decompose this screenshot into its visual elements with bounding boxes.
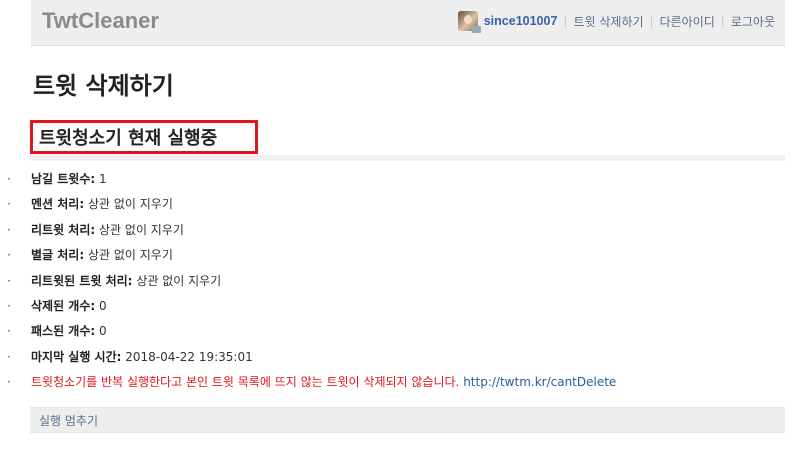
nav-separator: |: [563, 14, 568, 28]
deleted-count-label: 삭제된 개수:: [31, 298, 96, 313]
list-item: · 별글 처리: 상관 없이 지우기: [7, 246, 616, 271]
nav-separator: |: [649, 14, 654, 28]
status-badge: 트윗청소기 현재 실행중: [30, 120, 258, 154]
last-run-value: 2018-04-22 19:35:01: [125, 349, 253, 364]
bullet: ·: [7, 222, 11, 237]
username-link[interactable]: since101007: [484, 14, 558, 28]
nav-delete-tweets-link[interactable]: 트윗 삭제하기: [573, 13, 643, 30]
retweeted-label: 리트윗된 트윗 처리:: [31, 273, 133, 288]
mention-label: 멘션 처리:: [31, 197, 85, 212]
page-title: 트윗 삭제하기: [33, 72, 174, 100]
stop-bar: 실행 멈추기: [30, 407, 785, 433]
bullet: ·: [7, 298, 11, 313]
bullet: ·: [7, 273, 11, 288]
warning-text: 트윗청소기를 반복 실행한다고 본인 트윗 목록에 뜨지 않는 트윗이 삭제되지…: [31, 375, 460, 390]
top-bar: TwtCleaner since101007 | 트윗 삭제하기 | 다른아이디…: [31, 0, 785, 46]
profile-badge-icon: [471, 26, 481, 33]
passed-count-label: 패스된 개수:: [31, 324, 96, 339]
avatar[interactable]: [457, 11, 481, 33]
list-item: · 패스된 개수: 0: [7, 322, 616, 347]
bullet: ·: [7, 172, 11, 186]
header-nav: since101007 | 트윗 삭제하기 | 다른아이디 | 로그아웃: [457, 11, 775, 33]
status-band: [30, 155, 785, 161]
favorite-value: 상관 없이 지우기: [87, 248, 173, 263]
bullet: ·: [7, 375, 11, 390]
keep-label: 남길 트윗수:: [31, 172, 96, 186]
bullet: ·: [7, 248, 11, 263]
retweet-value: 상관 없이 지우기: [99, 222, 184, 237]
list-item: · 마지막 실행 시간: 2018-04-22 19:35:01: [7, 348, 616, 373]
bullet: ·: [7, 197, 11, 212]
keep-value: 1: [99, 172, 107, 186]
warning-item: · 트윗청소기를 반복 실행한다고 본인 트윗 목록에 뜨지 않는 트윗이 삭제되…: [7, 373, 616, 398]
list-item: · 삭제된 개수: 0: [7, 297, 616, 322]
mention-value: 상관 없이 지우기: [87, 197, 173, 212]
retweeted-value: 상관 없이 지우기: [136, 273, 222, 288]
nav-logout-link[interactable]: 로그아웃: [731, 13, 775, 30]
nav-switch-account-link[interactable]: 다른아이디: [660, 13, 715, 30]
cant-delete-help-link[interactable]: http://twtm.kr/cantDelete: [463, 375, 616, 389]
bullet: ·: [7, 349, 11, 364]
app-logo[interactable]: TwtCleaner: [42, 8, 159, 34]
retweet-label: 리트윗 처리:: [31, 222, 96, 237]
stop-run-button[interactable]: 실행 멈추기: [39, 412, 98, 429]
passed-count-value: 0: [99, 324, 107, 339]
list-item: · 남길 트윗수: 1: [7, 170, 616, 195]
list-item: · 리트윗된 트윗 처리: 상관 없이 지우기: [7, 272, 616, 297]
list-item: · 멘션 처리: 상관 없이 지우기: [7, 195, 616, 220]
last-run-label: 마지막 실행 시간:: [31, 349, 122, 364]
nav-separator: |: [720, 14, 725, 28]
status-label: 트윗청소기 현재 실행중: [39, 128, 218, 149]
info-list: · 남길 트윗수: 1 · 멘션 처리: 상관 없이 지우기 · 리트윗 처리: 상관…: [7, 170, 616, 399]
list-item: · 리트윗 처리: 상관 없이 지우기: [7, 221, 616, 246]
bullet: ·: [7, 324, 11, 339]
favorite-label: 별글 처리:: [31, 248, 85, 263]
deleted-count-value: 0: [99, 298, 107, 313]
